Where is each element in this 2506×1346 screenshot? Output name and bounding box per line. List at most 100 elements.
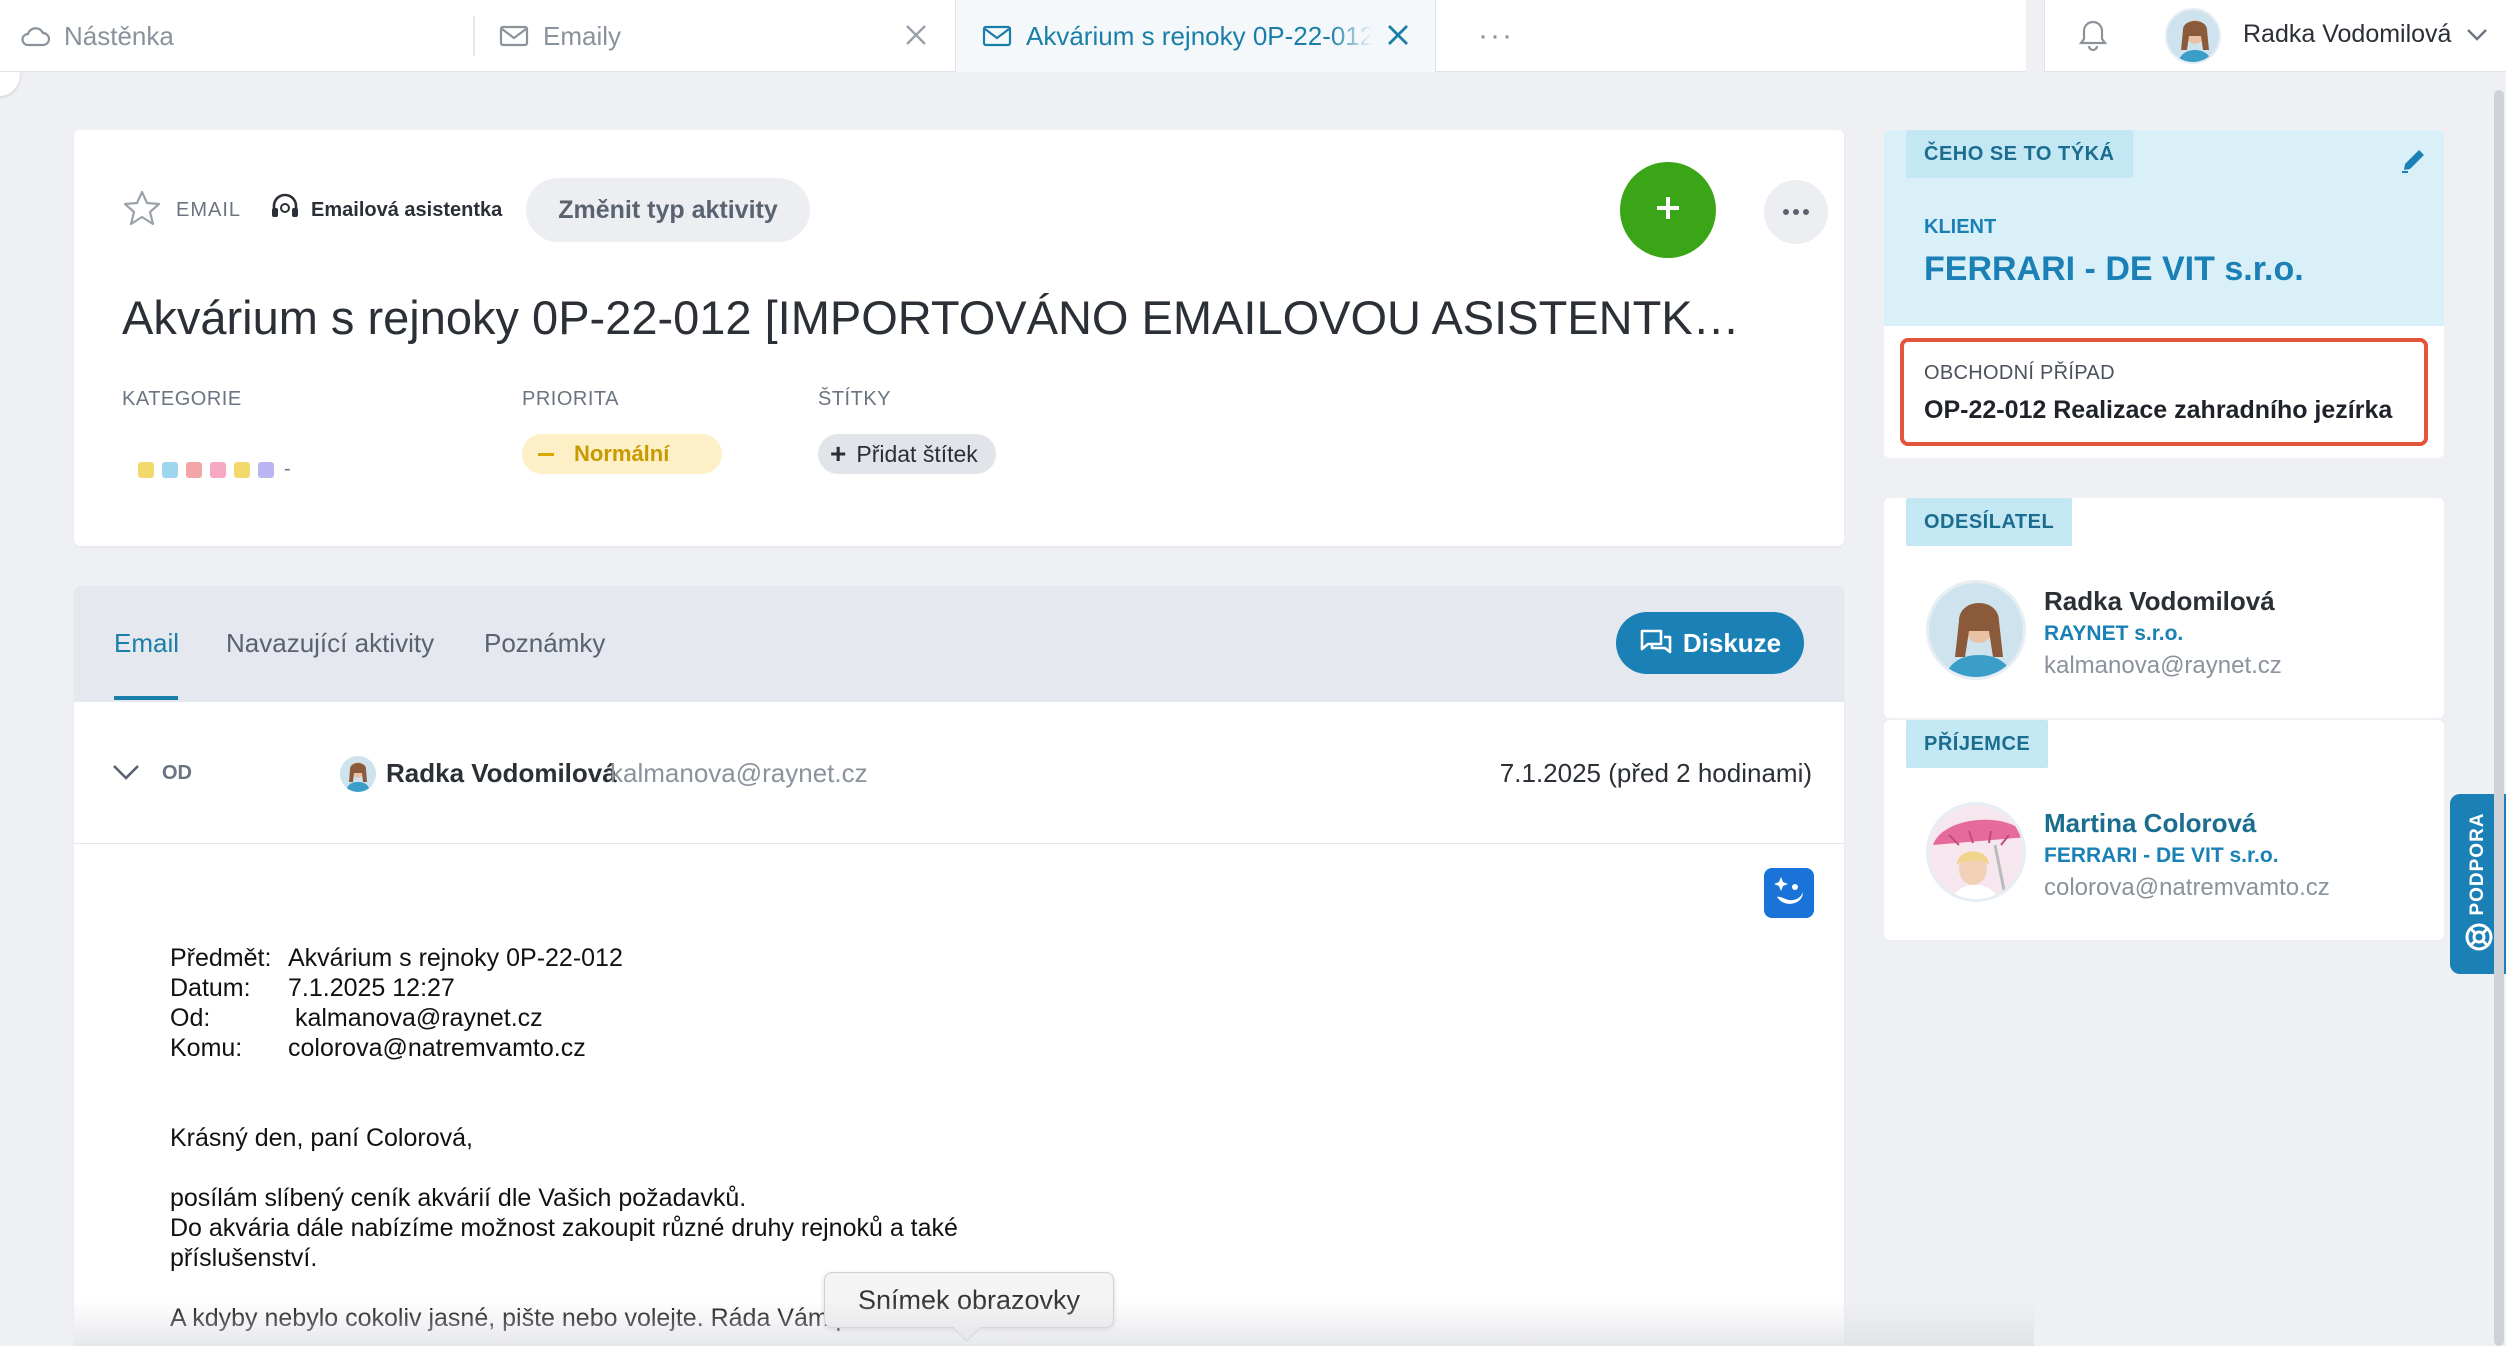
discussion-button[interactable]: Diskuze (1616, 612, 1804, 674)
email-body-line: Do akvária dále nabízíme možnost zakoupi… (170, 1214, 958, 1242)
priority-value: Normální (574, 441, 670, 466)
email-header-from: Od: kalmanova@raynet.cz (170, 1004, 543, 1032)
category-dot (186, 461, 202, 478)
more-tabs-button[interactable]: ··· (1436, 0, 1556, 72)
activity-type: EMAIL (176, 198, 242, 221)
support-label: PODPORA (2467, 812, 2488, 916)
email-assistant-label: Emailová asistentka (311, 198, 503, 221)
add-tag-button[interactable]: + Přidat štítek (818, 434, 996, 474)
ai-assistant-button[interactable] (1764, 868, 1814, 918)
active-tab-indicator (114, 696, 178, 700)
plus-icon: + (830, 438, 847, 469)
activity-header-card: EMAIL Emailová asistentka Změnit typ akt… (74, 130, 1844, 546)
sender-email[interactable]: kalmanova@raynet.cz (2044, 652, 2282, 680)
tab-emails-label: Emaily (543, 20, 622, 51)
category-dot (234, 461, 250, 478)
tab-notes[interactable]: Poznámky (484, 628, 605, 659)
recipient-email[interactable]: colorova@natremvamto.cz (2044, 874, 2330, 902)
recipient-header: PŘÍJEMCE (1906, 720, 2049, 768)
chat-icon (1639, 628, 1673, 658)
category-value: - (284, 458, 291, 480)
top-bar: Nástěnka Emaily Akvárium s rejnoky 0P-22… (0, 0, 2506, 72)
tab-emails[interactable]: Emaily (475, 0, 956, 72)
sender-email[interactable]: kalmanova@raynet.cz (610, 758, 868, 789)
email-body-line: A kdyby nebylo cokoliv jasné, pište nebo… (170, 1304, 933, 1332)
tab-dashboard-label: Nástěnka (64, 20, 174, 51)
close-tab-icon[interactable] (1383, 20, 1413, 57)
lifebuoy-icon (2464, 922, 2494, 957)
avatar[interactable] (1926, 802, 2026, 902)
category-selector[interactable]: - (138, 458, 291, 481)
discussion-label: Diskuze (1682, 627, 1782, 658)
activity-meta: EMAIL Emailová asistentka Změnit typ akt… (122, 178, 810, 242)
email-header-subject: Předmět: Akvárium s rejnoky 0P-22-012 (170, 944, 623, 972)
envelope-icon (499, 24, 529, 48)
related-card: ČEHO SE TO TÝKÁ KLIENT FERRARI - DE VIT … (1884, 130, 2444, 458)
page-title: Akvárium s rejnoky 0P-22-012 [IMPORTOVÁN… (122, 291, 1772, 344)
avatar (340, 756, 376, 792)
more-actions-button[interactable] (1764, 180, 1828, 244)
tooltip: Snímek obrazovky (824, 1272, 1114, 1328)
category-dot (138, 461, 154, 478)
tab-email[interactable]: Email (114, 628, 179, 659)
recipient-company[interactable]: FERRARI - DE VIT s.r.o. (2044, 844, 2279, 868)
minus-icon (538, 452, 554, 456)
email-date: 7.1.2025 (před 2 hodinami) (1499, 758, 1812, 788)
category-dot (258, 461, 274, 478)
email-header-date: Datum: 7.1.2025 12:27 (170, 974, 455, 1002)
category-dot (210, 461, 226, 478)
email-header-to: Komu: colorova@natremvamto.cz (170, 1034, 586, 1062)
close-tab-icon[interactable] (901, 20, 931, 57)
priority-badge[interactable]: Normální (522, 434, 722, 474)
user-name[interactable]: Radka Vodomilová (2243, 20, 2451, 49)
tags-label: ŠTÍTKY (818, 388, 892, 410)
related-client-section: ČEHO SE TO TÝKÁ KLIENT FERRARI - DE VIT … (1884, 130, 2444, 326)
deal-name[interactable]: OP-22-012 Realizace zahradního jezírka (1924, 396, 2392, 425)
headset-icon (269, 192, 301, 228)
tab-strip: Nástěnka Emaily Akvárium s rejnoky 0P-22… (0, 0, 2026, 72)
change-activity-type-button[interactable]: Změnit typ aktivity (526, 178, 810, 242)
sparkle-icon (1771, 873, 1807, 914)
ellipsis-icon (1781, 203, 1811, 221)
cloud-icon (20, 25, 50, 47)
recipient-card: PŘÍJEMCE Martina Colorová FERRARI - DE V… (1884, 720, 2444, 940)
email-card: Email Navazující aktivity Poznámky Disku… (74, 586, 1844, 1346)
tab-followups[interactable]: Navazující aktivity (226, 628, 434, 659)
add-tag-label: Přidat štítek (856, 440, 978, 467)
pencil-icon[interactable] (2398, 144, 2430, 181)
envelope-icon (982, 24, 1012, 48)
sender-name[interactable]: Radka Vodomilová (386, 758, 617, 789)
scrollbar[interactable] (2494, 90, 2504, 1346)
bell-icon[interactable] (2077, 18, 2109, 57)
category-label: KATEGORIE (122, 388, 242, 410)
sender-name[interactable]: Radka Vodomilová (2044, 586, 2275, 617)
email-body-line: posílám slíbený ceník akvárií dle Vašich… (170, 1184, 747, 1212)
email-tab-bar: Email Navazující aktivity Poznámky Disku… (74, 586, 1844, 702)
avatar[interactable] (1926, 580, 2026, 680)
email-from-row: OD Radka Vodomilová kalmanova@raynet.cz … (74, 702, 1844, 844)
email-body-line: příslušenství. (170, 1244, 318, 1272)
star-icon[interactable] (122, 189, 162, 232)
related-header: ČEHO SE TO TÝKÁ (1906, 130, 2133, 178)
tab-active-email[interactable]: Akvárium s rejnoky 0P-22-012 [IMPORTOVÁN… (956, 0, 1436, 72)
email-body-line: Krásný den, paní Colorová, (170, 1124, 473, 1152)
client-name[interactable]: FERRARI - DE VIT s.r.o. (1924, 250, 2304, 289)
from-label: OD (162, 762, 192, 784)
sender-company[interactable]: RAYNET s.r.o. (2044, 622, 2183, 646)
priority-label: PRIORITA (522, 388, 619, 410)
tab-active-label: Akvárium s rejnoky 0P-22-012 [IMPORTOVÁN… (1026, 20, 1372, 51)
deal-label: OBCHODNÍ PŘÍPAD (1924, 362, 2115, 384)
tab-dashboard[interactable]: Nástěnka (0, 16, 475, 56)
more-tabs-label: ··· (1478, 19, 1514, 52)
user-bar: Radka Vodomilová (2044, 0, 2506, 72)
add-button[interactable] (1620, 162, 1716, 258)
deal-box[interactable]: OBCHODNÍ PŘÍPAD OP-22-012 Realizace zahr… (1900, 338, 2428, 446)
avatar[interactable] (2165, 8, 2221, 64)
email-assistant: Emailová asistentka (269, 192, 502, 228)
chevron-down-icon[interactable] (110, 760, 142, 787)
category-dot (162, 461, 178, 478)
recipient-name[interactable]: Martina Colorová (2044, 808, 2256, 839)
sender-card: ODESÍLATEL Radka Vodomilová RAYNET s.r.o… (1884, 498, 2444, 718)
sender-header: ODESÍLATEL (1906, 498, 2073, 546)
chevron-down-icon[interactable] (2465, 24, 2489, 49)
